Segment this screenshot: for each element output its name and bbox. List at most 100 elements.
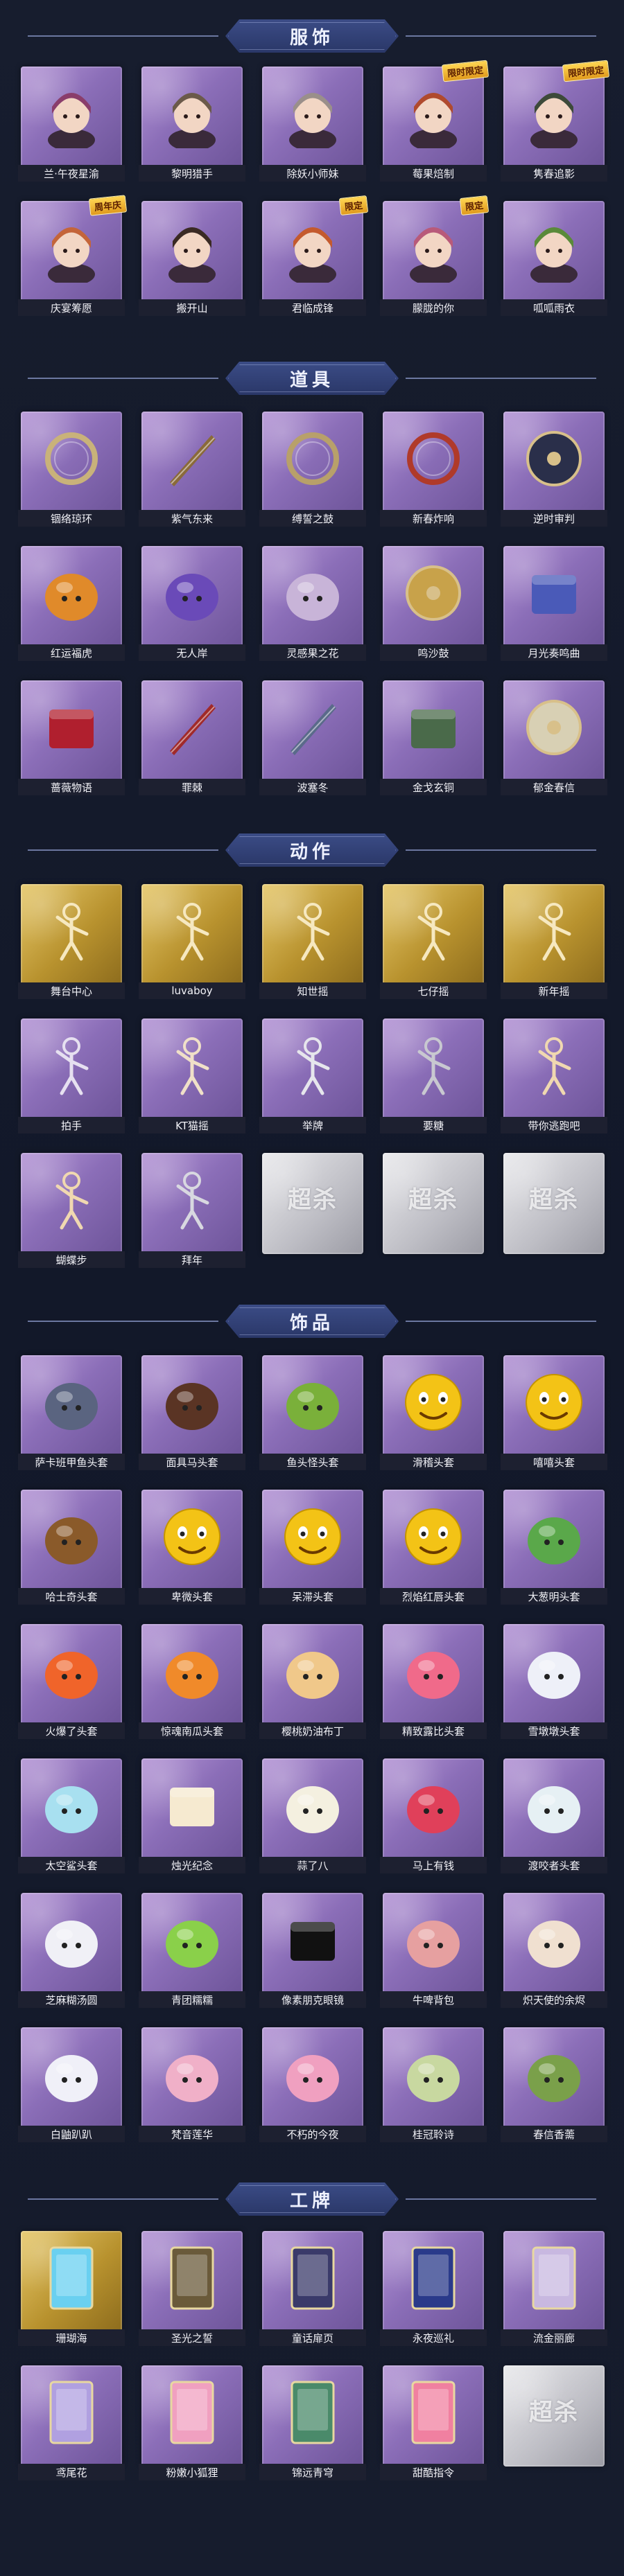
item-card[interactable]: 雪墩墩头套 [501, 1624, 607, 1739]
item-card[interactable]: 萨卡班甲鱼头套 [18, 1355, 125, 1470]
item-card[interactable]: 牛啤背包 [380, 1893, 487, 2008]
item-card[interactable]: 青团糯糯 [139, 1893, 245, 2008]
item-card[interactable]: 精致露比头套 [380, 1624, 487, 1739]
item-label: luvaboy [139, 982, 245, 999]
item-card[interactable]: 火爆了头套 [18, 1624, 125, 1739]
item-label: 烈焰红唇头套 [380, 1588, 487, 1605]
item-card[interactable]: 蔷薇物语 [18, 680, 125, 795]
item-card[interactable]: 新年摇 [501, 884, 607, 999]
item-card[interactable]: 甜酷指令 [380, 2365, 487, 2480]
item-label: 缚誓之鼓 [259, 510, 366, 527]
item-card[interactable]: 惊魂南瓜头套 [139, 1624, 245, 1739]
item-card[interactable]: 黎明猎手 [139, 67, 245, 182]
item-card[interactable]: 太空鲨头套 [18, 1758, 125, 1873]
item-card[interactable]: 月光奏鸣曲 [501, 546, 607, 661]
item-card[interactable]: 不朽的今夜 [259, 2027, 366, 2142]
item-card[interactable]: 滑稽头套 [380, 1355, 487, 1470]
item-card[interactable]: 超杀 [503, 1153, 605, 1268]
item-thumbnail [262, 2365, 363, 2467]
item-card[interactable]: 限定 君临成锋 [259, 195, 369, 316]
item-card[interactable]: 举牌 [259, 1018, 366, 1133]
item-card[interactable]: 新春炸响 [380, 412, 487, 527]
item-card[interactable]: 无人岸 [139, 546, 245, 661]
item-card[interactable]: 知世摇 [259, 884, 366, 999]
item-card[interactable]: 除妖小师妹 [259, 67, 366, 182]
item-card[interactable]: 灵感果之花 [259, 546, 366, 661]
item-card[interactable]: 童话扉页 [259, 2231, 366, 2346]
section-header: 服饰 [0, 17, 624, 55]
item-card[interactable]: 鸢尾花 [18, 2365, 125, 2480]
item-card[interactable]: 罪棘 [139, 680, 245, 795]
item-card[interactable]: 超杀 [383, 1153, 484, 1268]
item-card[interactable]: 粉嫩小狐狸 [139, 2365, 245, 2480]
item-card[interactable]: 郁金春信 [501, 680, 607, 795]
item-thumbnail [262, 1490, 363, 1591]
item-card[interactable]: 舞台中心 [18, 884, 125, 999]
item-card[interactable]: 桂冠聆诗 [380, 2027, 487, 2142]
item-card[interactable]: 拍手 [18, 1018, 125, 1133]
item-card[interactable]: 缚誓之鼓 [259, 412, 366, 527]
item-card[interactable]: 炽天使的余烬 [501, 1893, 607, 2008]
item-thumbnail [141, 546, 243, 647]
item-label: 月光奏鸣曲 [501, 644, 607, 661]
item-card[interactable]: 哈士奇头套 [18, 1490, 125, 1605]
item-card[interactable]: 大葱明头套 [501, 1490, 607, 1605]
item-card[interactable]: 红运福虎 [18, 546, 125, 661]
item-card[interactable]: 逆时审判 [501, 412, 607, 527]
item-card[interactable]: 蝴蝶步 [18, 1153, 125, 1268]
item-card[interactable]: 呆滞头套 [259, 1490, 366, 1605]
item-card[interactable]: 蒜了八 [259, 1758, 366, 1873]
item-card[interactable]: 卑微头套 [139, 1490, 245, 1605]
section-header: 动作 [0, 831, 624, 870]
item-card[interactable]: 烛光纪念 [139, 1758, 245, 1873]
item-thumbnail [262, 546, 363, 647]
item-card[interactable]: 金戈玄铜 [380, 680, 487, 795]
item-card[interactable]: 流金丽廊 [501, 2231, 607, 2346]
item-card[interactable]: 呱呱雨衣 [501, 201, 607, 316]
item-thumbnail [503, 1355, 605, 1456]
item-card[interactable]: 带你逃跑吧 [501, 1018, 607, 1133]
item-thumbnail [21, 884, 122, 985]
item-card[interactable]: 梵音莲华 [139, 2027, 245, 2142]
item-card[interactable]: 锦远青穹 [259, 2365, 366, 2480]
item-card[interactable]: 紫气东来 [139, 412, 245, 527]
item-card[interactable]: 七仔摇 [380, 884, 487, 999]
item-card[interactable]: 渡咬者头套 [501, 1758, 607, 1873]
item-card[interactable]: 限时限定 隽春追影 [501, 60, 610, 182]
item-card[interactable]: 限定 朦胧的你 [380, 195, 489, 316]
item-card[interactable]: 限时限定 莓果焙制 [380, 60, 489, 182]
item-label: 举牌 [259, 1117, 366, 1133]
item-card[interactable]: 周年庆 庆宴筹愿 [18, 195, 128, 316]
placeholder-stamp: 超杀 [408, 1186, 458, 1214]
item-card[interactable]: 鱼头怪头套 [259, 1355, 366, 1470]
item-card[interactable]: 拜年 [139, 1153, 245, 1268]
item-card[interactable]: luvaboy [139, 884, 245, 999]
item-card[interactable]: 面具马头套 [139, 1355, 245, 1470]
header-divider [406, 849, 596, 851]
item-label: 波塞冬 [259, 779, 366, 795]
item-label: 要糖 [380, 1117, 487, 1133]
item-card[interactable]: 像素朋克眼镜 [259, 1893, 366, 2008]
item-card[interactable]: 超杀 [503, 2365, 605, 2480]
item-card[interactable]: 马上有钱 [380, 1758, 487, 1873]
item-card[interactable]: 超杀 [262, 1153, 363, 1268]
item-label: 炽天使的余烬 [501, 1991, 607, 2008]
item-card[interactable]: 兰·午夜星渝 [18, 67, 125, 182]
item-card[interactable]: 芝麻糊汤圆 [18, 1893, 125, 2008]
item-card[interactable]: 波塞冬 [259, 680, 366, 795]
item-card[interactable]: 圣光之誓 [139, 2231, 245, 2346]
item-card[interactable]: 樱桃奶油布丁 [259, 1624, 366, 1739]
item-card[interactable]: 要糖 [380, 1018, 487, 1133]
item-card[interactable]: 白鼬趴趴 [18, 2027, 125, 2142]
item-card[interactable]: 永夜巡礼 [380, 2231, 487, 2346]
item-card[interactable]: 鸣沙鼓 [380, 546, 487, 661]
item-thumbnail [141, 1153, 243, 1254]
item-card[interactable]: 嘻嘻头套 [501, 1355, 607, 1470]
item-card[interactable]: KT猫摇 [139, 1018, 245, 1133]
item-card[interactable]: 烈焰红唇头套 [380, 1490, 487, 1605]
item-card[interactable]: 珊瑚海 [18, 2231, 125, 2346]
item-card[interactable]: 春信香薷 [501, 2027, 607, 2142]
item-card[interactable]: 锢络琼环 [18, 412, 125, 527]
item-card[interactable]: 搬开山 [139, 201, 245, 316]
item-thumbnail [383, 1018, 484, 1120]
